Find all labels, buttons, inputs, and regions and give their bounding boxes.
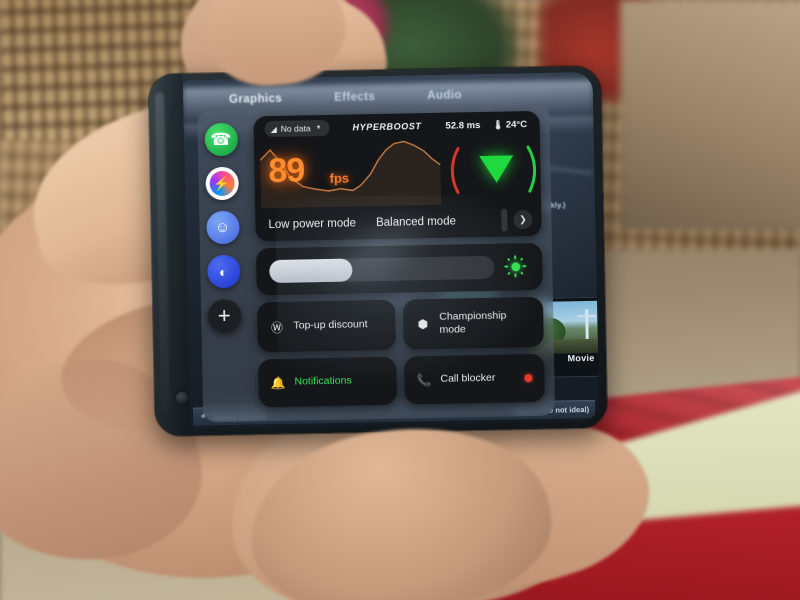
wifi-icon: ◢ xyxy=(270,124,277,134)
tile-content: Ⓦ Top-up discount xyxy=(257,300,396,353)
plus-icon: + xyxy=(217,302,231,328)
brightness-slider[interactable] xyxy=(269,255,495,284)
shortcut-game-toolbox-icon[interactable]: ◐ xyxy=(206,254,241,289)
tile-top-up-discount[interactable]: Ⓦ Top-up discount xyxy=(256,299,396,353)
game-assistant-overlay: ☎ ⚡ ☺ ◐ + ◢ No data ▼ HYPERBOOST 52.8 ms… xyxy=(197,102,556,424)
tile-label: Top-up discount xyxy=(293,318,368,333)
latency-value: 52.8 ms xyxy=(445,119,481,132)
dollar-circle-icon: Ⓦ xyxy=(270,320,284,335)
temperature-value: 24°C xyxy=(505,118,528,131)
brightness-slider-fill xyxy=(269,258,353,284)
tile-content: ⬢ Championship mode xyxy=(403,297,544,350)
tile-label: Call blocker xyxy=(440,372,496,386)
add-shortcut-button[interactable]: + xyxy=(206,298,243,335)
performance-panel: ◢ No data ▼ HYPERBOOST 52.8 ms 🌡 24°C 89… xyxy=(253,110,542,242)
performance-gauge[interactable] xyxy=(444,137,541,203)
sun-ray xyxy=(506,257,511,262)
mode-low-power[interactable]: Low power mode xyxy=(268,217,356,231)
sun-core xyxy=(510,261,520,271)
temperature-readout: 🌡 24°C xyxy=(492,119,527,131)
sun-ray xyxy=(504,265,509,268)
brightness-sun-icon[interactable] xyxy=(504,255,527,278)
gamepad-glyph: ◐ xyxy=(218,263,228,280)
preview-tower-crossbar xyxy=(577,314,597,318)
shortcut-whatsapp-icon[interactable]: ☎ xyxy=(204,122,238,157)
tile-label: Notifications xyxy=(294,374,352,389)
fps-unit-label: fps xyxy=(329,170,350,186)
tab-audio[interactable]: Audio xyxy=(427,89,462,102)
thermometer-icon: 🌡 xyxy=(492,119,504,130)
call-block-icon: 📞 xyxy=(416,372,432,388)
sun-ray xyxy=(519,257,524,262)
mode-row: Low power mode Balanced mode ❯ xyxy=(255,204,542,241)
tile-notifications[interactable]: 🔔 Notifications xyxy=(258,356,397,408)
trophy-gem-icon: ⬢ xyxy=(417,317,429,332)
network-status-chip[interactable]: ◢ No data ▼ xyxy=(264,119,330,138)
preview-tower xyxy=(585,308,589,342)
phone-screen: Graphics Effects Audio mes choppy, or th… xyxy=(182,71,600,430)
whatsapp-glyph: ☎ xyxy=(210,129,232,150)
sun-ray xyxy=(514,273,517,278)
app-shortcut-dock: ☎ ⚡ ☺ ◐ + xyxy=(197,115,249,424)
sun-ray xyxy=(522,265,527,268)
bell-icon: 🔔 xyxy=(270,375,286,391)
shortcut-discord-icon[interactable]: ☺ xyxy=(205,210,240,245)
tab-effects[interactable]: Effects xyxy=(334,91,375,104)
chevron-right-icon[interactable]: ❯ xyxy=(513,210,533,230)
fps-value: 89 xyxy=(268,151,305,191)
shortcut-messenger-icon[interactable]: ⚡ xyxy=(204,166,239,201)
network-status-label: No data xyxy=(280,123,311,134)
background-wall xyxy=(620,0,800,230)
mode-scroll-indicator xyxy=(501,208,508,232)
mode-balanced[interactable]: Balanced mode xyxy=(376,215,456,229)
triangle-down-icon xyxy=(479,155,514,184)
tile-call-blocker[interactable]: 📞 Call blocker xyxy=(404,353,545,405)
tab-graphics[interactable]: Graphics xyxy=(229,93,282,106)
brightness-panel xyxy=(255,242,543,296)
photo-scene: Graphics Effects Audio mes choppy, or th… xyxy=(0,0,800,600)
caret-down-icon: ▼ xyxy=(315,125,322,132)
tile-label: Championship mode xyxy=(439,309,507,336)
sun-ray xyxy=(520,271,524,276)
fps-section: 89 fps xyxy=(254,135,541,210)
discord-glyph: ☺ xyxy=(214,218,231,237)
tile-championship-mode[interactable]: ⬢ Championship mode xyxy=(402,296,544,350)
smartphone: Graphics Effects Audio mes choppy, or th… xyxy=(148,65,608,437)
tile-content: 🔔 Notifications xyxy=(258,357,397,408)
hyperboost-label: HYPERBOOST xyxy=(352,121,422,133)
sun-ray xyxy=(507,271,511,276)
sun-ray xyxy=(514,255,517,260)
messenger-glyph: ⚡ xyxy=(208,170,235,197)
